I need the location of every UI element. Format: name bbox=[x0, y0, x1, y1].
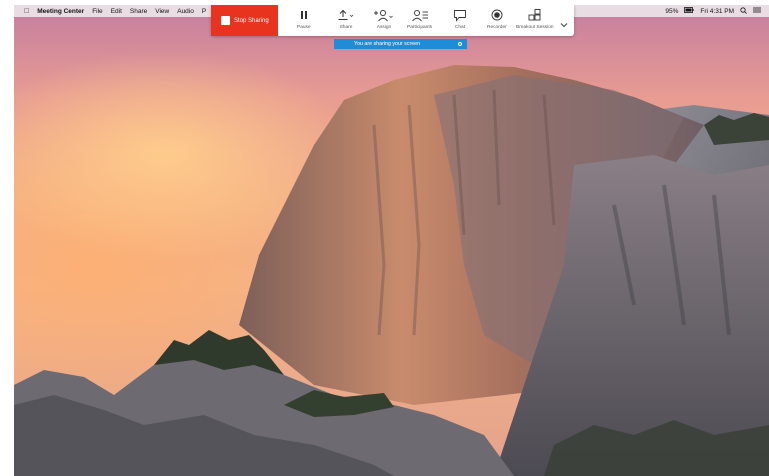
assign-button[interactable]: Assign bbox=[373, 8, 395, 34]
sharing-toolbar: Stop Sharing Pause Share Assign Particip bbox=[211, 5, 574, 36]
notification-center-icon[interactable] bbox=[753, 7, 761, 15]
menu-clock[interactable]: Fri 4:31 PM bbox=[700, 8, 734, 15]
assign-label: Assign bbox=[376, 25, 392, 30]
pause-icon bbox=[300, 8, 308, 22]
desktop-screen:  Meeting Center File Edit Share View Au… bbox=[14, 5, 769, 476]
sharing-status-dot-icon bbox=[458, 41, 462, 46]
battery-icon[interactable] bbox=[684, 7, 695, 15]
chat-label: Chat bbox=[454, 25, 466, 30]
breakout-session-icon bbox=[528, 8, 541, 22]
share-label: Share bbox=[339, 25, 353, 30]
menu-edit[interactable]: Edit bbox=[111, 8, 122, 15]
chat-bubble-icon bbox=[453, 8, 467, 22]
menu-share[interactable]: Share bbox=[130, 8, 147, 15]
menu-status-area: 95% Fri 4:31 PM bbox=[665, 5, 761, 17]
pause-button[interactable]: Pause bbox=[297, 8, 311, 34]
share-upload-icon bbox=[337, 8, 355, 22]
pause-label: Pause bbox=[297, 25, 311, 30]
menu-app-name[interactable]: Meeting Center bbox=[37, 8, 84, 15]
sharing-banner-text: You are sharing your screen bbox=[354, 41, 421, 47]
recorder-label: Recorder bbox=[487, 25, 507, 30]
stop-icon bbox=[221, 16, 230, 25]
menu-file[interactable]: File bbox=[92, 8, 102, 15]
breakout-session-label: Breakout Session bbox=[516, 25, 554, 30]
chevron-down-icon[interactable] bbox=[560, 15, 568, 33]
participants-icon bbox=[411, 8, 429, 22]
menu-view[interactable]: View bbox=[155, 8, 169, 15]
participants-label: Participants bbox=[407, 25, 433, 30]
apple-logo-icon[interactable]:  bbox=[24, 8, 29, 15]
breakout-session-button[interactable]: Breakout Session bbox=[516, 8, 554, 34]
chat-button[interactable]: Chat bbox=[453, 8, 467, 34]
menu-partial[interactable]: P bbox=[202, 8, 206, 15]
spotlight-search-icon[interactable] bbox=[740, 6, 747, 16]
participants-button[interactable]: Participants bbox=[407, 8, 432, 34]
battery-percent: 95% bbox=[665, 7, 679, 15]
sharing-banner[interactable]: You are sharing your screen bbox=[334, 39, 467, 49]
record-icon bbox=[491, 8, 503, 22]
share-button[interactable]: Share bbox=[337, 8, 355, 34]
mountain-landscape bbox=[14, 65, 769, 476]
recorder-button[interactable]: Recorder bbox=[487, 8, 507, 34]
assign-person-icon bbox=[373, 8, 395, 22]
menu-audio[interactable]: Audio bbox=[177, 8, 194, 15]
desktop-wallpaper bbox=[14, 5, 769, 476]
stop-sharing-button[interactable]: Stop Sharing bbox=[211, 5, 278, 36]
stop-sharing-label: Stop Sharing bbox=[234, 17, 269, 24]
